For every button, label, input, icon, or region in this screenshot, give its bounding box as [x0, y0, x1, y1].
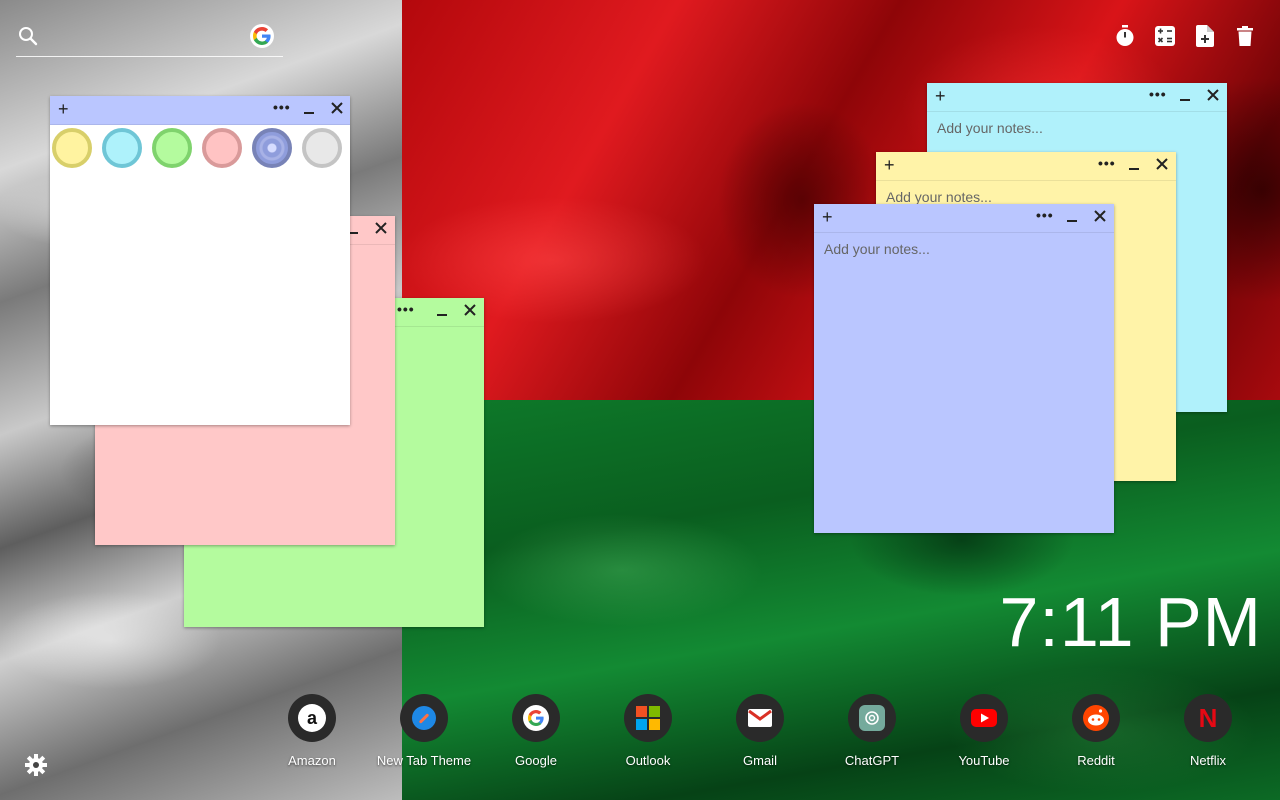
color-swatch-green[interactable]: [152, 128, 192, 168]
new-tab-theme-icon: [400, 694, 448, 742]
add-note-icon[interactable]: [1194, 24, 1216, 48]
minimize-icon[interactable]: [1129, 154, 1139, 170]
color-palette: [50, 125, 350, 175]
shortcut-label: YouTube: [958, 753, 1010, 768]
color-swatch-yellow[interactable]: [52, 128, 92, 168]
sticky-note-white[interactable]: + •••: [50, 96, 350, 425]
google-search-icon[interactable]: [250, 24, 274, 48]
calculator-icon[interactable]: [1154, 24, 1176, 48]
add-note-button[interactable]: +: [58, 100, 69, 118]
close-icon[interactable]: [374, 221, 388, 235]
shortcut-new-tab-theme[interactable]: New Tab Theme: [368, 694, 480, 768]
shortcut-label: Netflix: [1189, 753, 1227, 768]
toolbar: [1114, 24, 1256, 48]
timer-icon[interactable]: [1114, 24, 1136, 48]
close-icon[interactable]: [330, 101, 344, 115]
minimize-icon[interactable]: [437, 300, 447, 316]
shortcut-label: Amazon: [288, 753, 336, 768]
more-options-icon[interactable]: •••: [397, 302, 415, 316]
reddit-icon: [1072, 694, 1120, 742]
search-bar: [16, 22, 283, 57]
note-header: + •••: [927, 83, 1227, 112]
more-options-icon[interactable]: •••: [1149, 87, 1167, 101]
color-swatch-pink[interactable]: [202, 128, 242, 168]
minimize-icon[interactable]: [1067, 206, 1077, 222]
more-options-icon[interactable]: •••: [1036, 208, 1054, 222]
note-header: + •••: [50, 96, 350, 125]
amazon-icon: a: [288, 694, 336, 742]
shortcut-gmail[interactable]: Gmail: [704, 694, 816, 768]
color-swatch-gray[interactable]: [302, 128, 342, 168]
shortcut-youtube[interactable]: YouTube: [928, 694, 1040, 768]
search-input[interactable]: [46, 26, 250, 52]
gear-icon[interactable]: [25, 754, 47, 776]
minimize-icon[interactable]: [304, 98, 314, 114]
trash-icon[interactable]: [1234, 24, 1256, 48]
shortcut-label: Google: [515, 753, 557, 768]
add-note-button[interactable]: +: [935, 87, 946, 105]
close-icon[interactable]: [1206, 88, 1220, 102]
more-options-icon[interactable]: •••: [273, 100, 291, 114]
color-swatch-cyan[interactable]: [102, 128, 142, 168]
shortcut-label: Outlook: [625, 753, 671, 768]
netflix-icon: N: [1184, 694, 1232, 742]
close-icon[interactable]: [1155, 157, 1169, 171]
search-icon[interactable]: [18, 26, 38, 51]
color-swatch-blue[interactable]: [252, 128, 292, 168]
shortcut-amazon[interactable]: a Amazon: [256, 694, 368, 768]
outlook-icon: [624, 694, 672, 742]
shortcut-label: ChatGPT: [844, 753, 900, 768]
chatgpt-icon: [848, 694, 896, 742]
shortcut-outlook[interactable]: Outlook: [592, 694, 704, 768]
shortcut-chatgpt[interactable]: ChatGPT: [816, 694, 928, 768]
shortcut-label: New Tab Theme: [376, 753, 472, 768]
note-header: + •••: [814, 204, 1114, 233]
shortcut-google[interactable]: Google: [480, 694, 592, 768]
shortcut-label: Gmail: [743, 753, 777, 768]
shortcut-label: Reddit: [1077, 753, 1115, 768]
google-icon: [512, 694, 560, 742]
clock: 7:11 PM: [999, 583, 1262, 661]
add-note-button[interactable]: +: [884, 156, 895, 174]
add-note-button[interactable]: +: [822, 208, 833, 226]
shortcut-reddit[interactable]: Reddit: [1040, 694, 1152, 768]
minimize-icon[interactable]: [1180, 85, 1190, 101]
note-textarea[interactable]: [814, 233, 1114, 533]
close-icon[interactable]: [463, 303, 477, 317]
close-icon[interactable]: [1093, 209, 1107, 223]
shortcut-netflix[interactable]: N Netflix: [1152, 694, 1264, 768]
sticky-note-blue[interactable]: + •••: [814, 204, 1114, 533]
youtube-icon: [960, 694, 1008, 742]
more-options-icon[interactable]: •••: [1098, 156, 1116, 170]
gmail-icon: [736, 694, 784, 742]
note-header: + •••: [876, 152, 1176, 181]
